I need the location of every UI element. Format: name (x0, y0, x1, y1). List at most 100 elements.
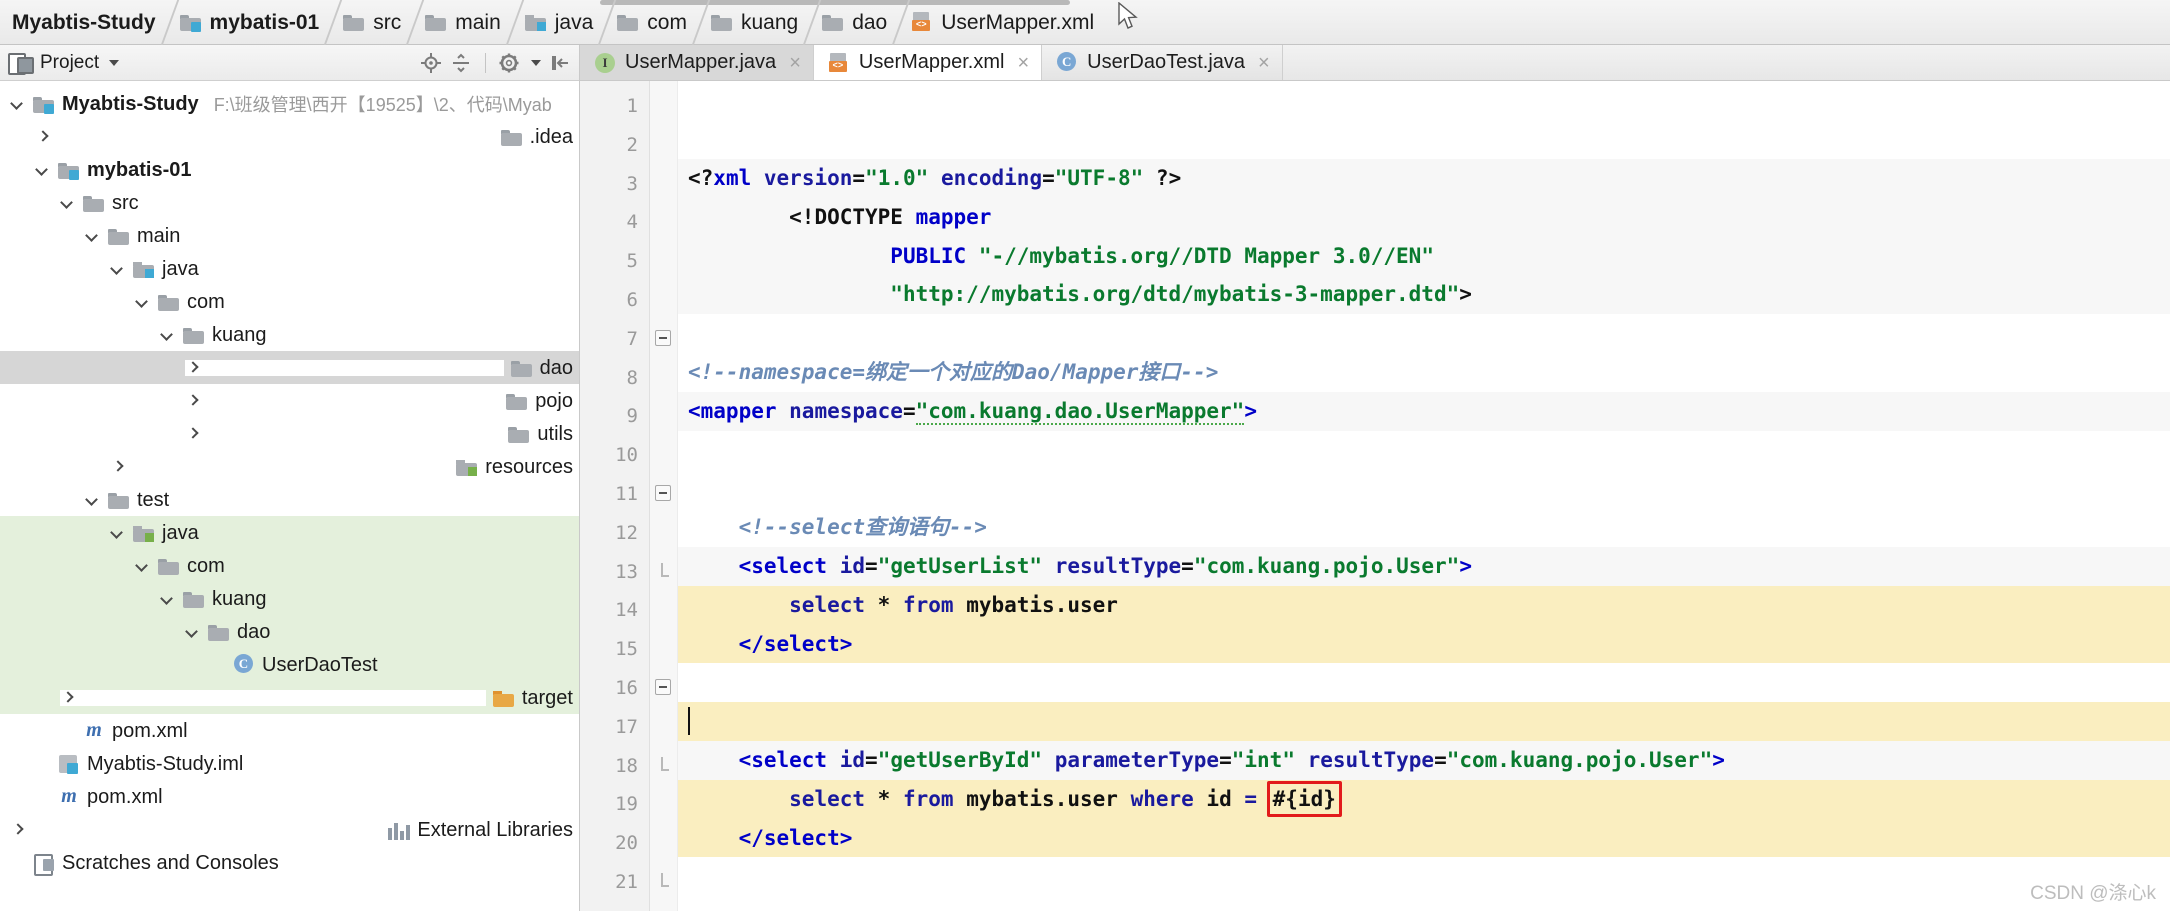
breadcrumb-item-usermapper-xml[interactable]: UserMapper.xml (901, 0, 1108, 45)
code-line[interactable]: select * from mybatis.user where id = #{… (678, 779, 2170, 819)
tree-item-myabtis-study[interactable]: Myabtis-Study F:\班级管理\西开【19525】\2、代码\Myab (0, 87, 579, 120)
editor-tab-usermapper-java[interactable]: UserMapper.java × (580, 45, 814, 80)
close-icon[interactable]: × (1258, 53, 1270, 73)
tree-item-src[interactable]: src (0, 186, 579, 219)
chevron-down-icon[interactable] (185, 624, 201, 640)
code-line[interactable] (678, 314, 2170, 353)
tree-item-com[interactable]: com (0, 549, 579, 582)
fold-marker[interactable] (650, 669, 677, 708)
code-line[interactable] (678, 896, 2170, 911)
hide-panel-icon[interactable] (549, 52, 571, 74)
tree-item-dao[interactable]: dao (0, 615, 579, 648)
chevron-down-icon[interactable] (60, 195, 76, 211)
editor-tab-userdaotest-java[interactable]: UserDaoTest.java × (1042, 45, 1283, 80)
fold-marker[interactable] (650, 863, 677, 902)
code-line[interactable]: <?xml version="1.0" encoding="UTF-8" ?> (678, 159, 2170, 198)
fold-marker[interactable] (650, 747, 677, 786)
tree-item-test[interactable]: test (0, 483, 579, 516)
code-line[interactable]: <mapper namespace="com.kuang.dao.UserMap… (678, 391, 2170, 431)
folder-icon (108, 227, 130, 245)
tree-item-target[interactable]: target (0, 681, 579, 714)
chevron-right-icon[interactable] (110, 458, 450, 475)
chevron-right-icon[interactable] (185, 392, 500, 409)
tree-item-java[interactable]: java (0, 252, 579, 285)
code-line[interactable]: </select> (678, 818, 2170, 858)
chevron-down-icon[interactable] (10, 96, 26, 112)
tree-item-myabtis-study-iml[interactable]: Myabtis-Study.iml (0, 747, 579, 780)
tree-item-mybatis-01[interactable]: mybatis-01 (0, 153, 579, 186)
tree-item-external-libraries[interactable]: External Libraries (0, 813, 579, 846)
editor-tab-usermapper-xml[interactable]: UserMapper.xml × (813, 45, 1043, 80)
chevron-down-icon[interactable] (135, 558, 151, 574)
chevron-down-icon[interactable] (109, 59, 120, 66)
code-line[interactable] (678, 702, 2170, 741)
code-folding-gutter[interactable] (650, 81, 678, 911)
code-line[interactable] (678, 663, 2170, 702)
tree-item-kuang[interactable]: kuang (0, 318, 579, 351)
chevron-down-icon[interactable] (35, 162, 51, 178)
code-line[interactable]: <!DOCTYPE mapper (678, 197, 2170, 237)
line-number-gutter: 1 2 3 4 5 6 7 8 9 10 11 12 13 14 15 16 17 18 19 20 21 (580, 81, 650, 911)
breadcrumb-item-dao[interactable]: dao (812, 0, 901, 45)
close-icon[interactable]: × (1017, 53, 1029, 73)
fold-marker[interactable] (650, 553, 677, 592)
tree-item-java[interactable]: java (0, 516, 579, 549)
tree-item-com[interactable]: com (0, 285, 579, 318)
code-line[interactable]: "http://mybatis.org/dtd/mybatis-3-mapper… (678, 275, 2170, 315)
chevron-right-icon[interactable] (185, 359, 504, 376)
code-line[interactable]: <!--namespace=绑定一个对应的Dao/Mapper接口--> (678, 353, 2170, 392)
tree-item-pojo[interactable]: pojo (0, 384, 579, 417)
code-line[interactable]: <!--select查询语句--> (678, 508, 2170, 547)
breadcrumb-item-kuang[interactable]: kuang (701, 0, 812, 45)
chevron-down-icon[interactable] (85, 228, 101, 244)
breadcrumb-item-main[interactable]: main (415, 0, 515, 45)
tree-item-pom-xml[interactable]: m pom.xml (0, 714, 579, 747)
tree-item-utils[interactable]: utils (0, 417, 579, 450)
code-line[interactable]: <select id="getUserList" resultType="com… (678, 546, 2170, 586)
chevron-right-icon[interactable] (10, 821, 382, 838)
project-tree[interactable]: Myabtis-Study F:\班级管理\西开【19525】\2、代码\Myab… (0, 81, 579, 911)
code-content[interactable]: 通过 # 取 id <?xml version="1.0" encoding="… (678, 81, 2170, 911)
settings-chevron-icon[interactable] (531, 59, 541, 66)
chevron-right-icon[interactable] (35, 128, 494, 145)
settings-gear-icon[interactable] (499, 52, 521, 74)
chevron-down-icon[interactable] (135, 294, 151, 310)
chevron-right-icon[interactable] (60, 689, 486, 706)
breadcrumb-item-src[interactable]: src (333, 0, 415, 45)
chevron-down-icon[interactable] (110, 261, 126, 277)
chevron-down-icon[interactable] (160, 591, 176, 607)
collapse-all-icon[interactable] (450, 52, 472, 74)
tree-item-scratches-and-consoles[interactable]: Scratches and Consoles (0, 846, 579, 879)
locate-icon[interactable] (420, 52, 442, 74)
code-line[interactable] (678, 431, 2170, 470)
tree-item-userdaotest[interactable]: UserDaoTest (0, 648, 579, 681)
breadcrumb-item-com[interactable]: com (607, 0, 701, 45)
tree-item-resources[interactable]: resources (0, 450, 579, 483)
code-line[interactable] (678, 857, 2170, 896)
code-token: "getUserById" (877, 747, 1043, 772)
tree-item-kuang[interactable]: kuang (0, 582, 579, 615)
code-line[interactable]: PUBLIC "-//mybatis.org//DTD Mapper 3.0//… (678, 236, 2170, 276)
breadcrumb-item-myabtis-study[interactable]: Myabtis-Study (4, 0, 170, 45)
chevron-down-icon[interactable] (85, 492, 101, 508)
tree-item-pom-xml[interactable]: m pom.xml (0, 780, 579, 813)
chevron-right-icon[interactable] (185, 425, 502, 442)
tree-item--idea[interactable]: .idea (0, 120, 579, 153)
chevron-down-icon[interactable] (110, 525, 126, 541)
chevron-down-icon[interactable] (160, 327, 176, 343)
fold-marker[interactable] (650, 475, 677, 514)
code-token: mybatis.user (966, 786, 1131, 811)
code-editor[interactable]: 123456789101112131415161718192021 通过 # 取… (580, 81, 2170, 911)
code-line[interactable]: select * from mybatis.user (678, 585, 2170, 625)
tree-item-main[interactable]: main (0, 219, 579, 252)
code-token: * (877, 592, 903, 617)
close-icon[interactable]: × (789, 53, 801, 73)
breadcrumb-item-java[interactable]: java (515, 0, 608, 45)
code-line[interactable]: </select> (678, 624, 2170, 664)
code-line[interactable] (678, 469, 2170, 508)
code-line[interactable]: <select id="getUserById" parameterType="… (678, 740, 2170, 780)
breadcrumb-item-mybatis-01[interactable]: mybatis-01 (170, 0, 334, 45)
tree-item-dao[interactable]: dao (0, 351, 579, 384)
fold-marker[interactable] (650, 320, 677, 359)
